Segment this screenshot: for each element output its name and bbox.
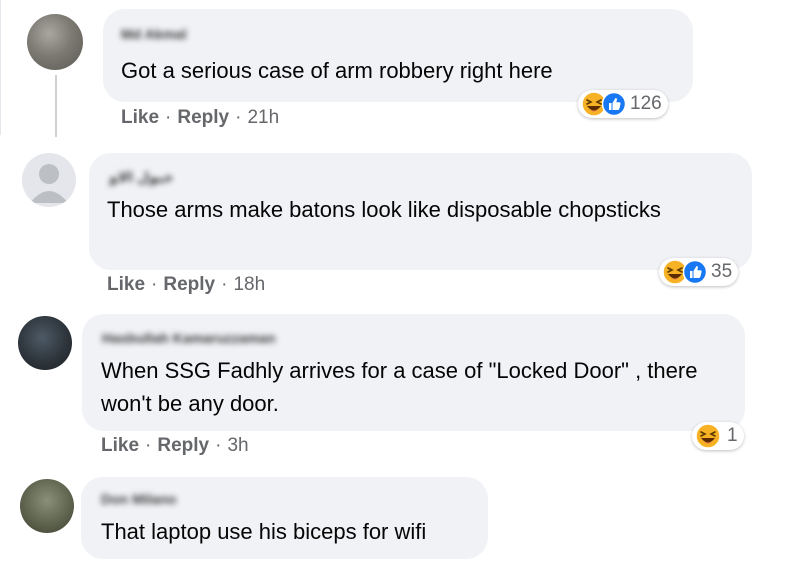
comment-author[interactable]: Hasbullah Kamaruzzaman xyxy=(102,330,276,346)
default-avatar-icon xyxy=(30,164,68,203)
like-icon xyxy=(602,91,626,117)
avatar[interactable] xyxy=(18,316,72,370)
comment-actions: Like · Reply · 3h xyxy=(101,435,249,457)
reaction-count: 35 xyxy=(711,261,733,282)
avatar[interactable] xyxy=(20,479,74,533)
comment-author[interactable]: Don Milano xyxy=(101,491,176,507)
like-icon xyxy=(683,259,707,285)
separator-dot: · xyxy=(221,274,228,295)
comment-author[interactable]: Md Akmal xyxy=(121,26,187,42)
comment-time[interactable]: 3h xyxy=(227,435,248,456)
comment-bubble: Hasbullah Kamaruzzaman When SSG Fadhly a… xyxy=(82,314,745,431)
avatar[interactable] xyxy=(22,153,76,207)
reply-button[interactable]: Reply xyxy=(177,107,229,128)
reaction-summary[interactable]: 35 xyxy=(659,258,739,286)
comment-text: That laptop use his biceps for wifi xyxy=(101,519,427,544)
comment-bubble: Don Milano That laptop use his biceps fo… xyxy=(81,477,488,559)
like-button[interactable]: Like xyxy=(101,435,139,456)
comment-time[interactable]: 21h xyxy=(247,107,279,128)
comment-time[interactable]: 18h xyxy=(233,274,265,295)
avatar[interactable] xyxy=(27,14,83,70)
comment-author[interactable]: خيول الاو xyxy=(109,169,174,186)
like-button[interactable]: Like xyxy=(107,274,145,295)
separator-dot: · xyxy=(235,107,242,128)
reaction-summary[interactable]: 126 xyxy=(578,90,668,118)
separator-dot: · xyxy=(165,107,172,128)
comment-actions: Like · Reply · 21h xyxy=(121,107,279,129)
reaction-count: 1 xyxy=(727,425,738,446)
comment-bubble: خيول الاو Those arms make batons look li… xyxy=(89,153,752,270)
reply-button[interactable]: Reply xyxy=(163,274,215,295)
separator-dot: · xyxy=(151,274,158,295)
reaction-summary[interactable]: 1 xyxy=(692,422,744,450)
thread-line xyxy=(55,75,57,137)
reply-button[interactable]: Reply xyxy=(157,435,209,456)
comment-bubble: Md Akmal Got a serious case of arm robbe… xyxy=(103,9,693,102)
comment-text: When SSG Fadhly arrives for a case of "L… xyxy=(101,358,698,416)
thread-line xyxy=(0,0,1,135)
reaction-count: 126 xyxy=(630,93,662,114)
separator-dot: · xyxy=(145,435,152,456)
comment-text: Those arms make batons look like disposa… xyxy=(107,197,661,222)
like-button[interactable]: Like xyxy=(121,107,159,128)
haha-icon xyxy=(695,423,721,449)
comment-actions: Like · Reply · 18h xyxy=(107,274,265,296)
comment-text: Got a serious case of arm robbery right … xyxy=(121,58,553,83)
separator-dot: · xyxy=(215,435,222,456)
